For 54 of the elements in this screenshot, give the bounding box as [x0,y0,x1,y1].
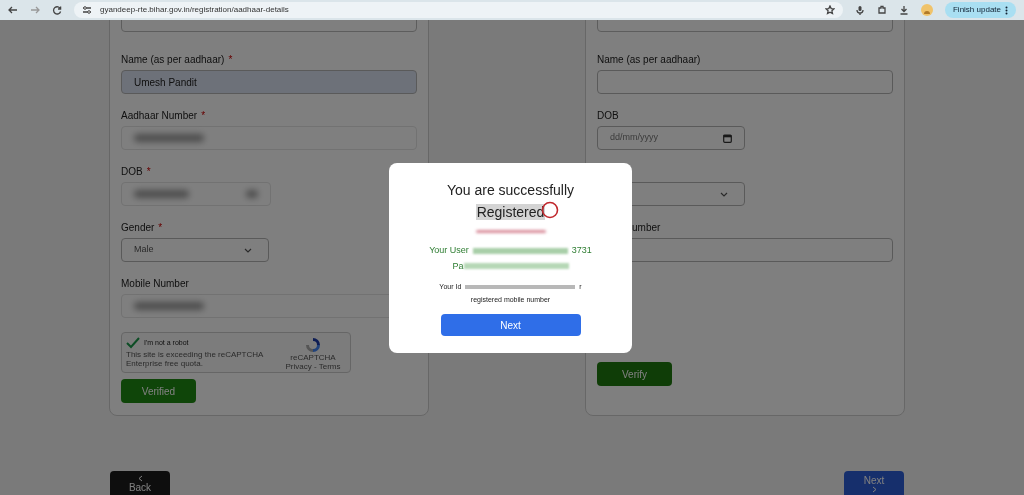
calendar-icon[interactable] [723,133,732,143]
recaptcha-logo-icon[interactable] [305,337,321,353]
input-field[interactable]: Umesh Pandit [121,70,417,94]
redacted-value [475,230,546,233]
required-asterisk: * [228,52,233,67]
field-label: Gender [121,220,155,235]
back-icon[interactable] [8,5,18,15]
field-label: Name (as per aadhaar) [121,52,225,67]
field-label: Mobile Number [121,276,189,291]
finish-update-button[interactable]: Finish update [944,2,1016,18]
back-button[interactable]: Back [110,471,170,495]
more-menu-icon[interactable] [1005,5,1008,15]
chevron-left-icon[interactable] [137,475,143,482]
next-button[interactable]: Next [440,314,581,336]
chevron-down-icon[interactable] [244,247,252,253]
required-asterisk: * [146,164,151,179]
dialog-title: Registered [475,204,546,220]
captcha-links[interactable]: Privacy - Terms [285,362,341,371]
chevron-down-icon[interactable] [720,191,728,197]
verify-button[interactable]: Verify [597,362,672,386]
user-id-label: Your User [429,244,469,257]
field-label: DOB [597,108,619,123]
microphone-icon[interactable] [854,5,865,15]
date-field[interactable] [121,182,271,206]
bookmark-star-icon[interactable] [824,5,835,15]
date-field[interactable]: dd/mm/yyyy [597,126,745,150]
avatar-icon[interactable] [920,4,933,16]
select-field[interactable]: Male [121,238,269,262]
address-bar[interactable]: gyandeep-rte.bihar.gov.in/registration/aadhaar-details [74,2,843,18]
field-label: DOB [121,164,143,179]
captcha-brand: reCAPTCHA [290,353,336,362]
next-button[interactable]: Next [844,471,904,495]
captcha-note: This site is exceeding the reCAPTCHA Enterprise free quota. [126,350,264,368]
reload-icon[interactable] [52,5,62,15]
required-asterisk: * [201,108,206,123]
redacted-value [134,134,204,142]
user-id-suffix: 3731 [571,244,592,257]
field-label: umber [632,220,661,235]
redacted-value [134,190,189,198]
redacted-value [134,302,204,310]
chevron-right-icon[interactable] [871,486,877,493]
download-icon[interactable] [898,5,909,15]
input-field[interactable] [597,70,893,94]
checkmark-icon[interactable] [126,337,140,349]
required-asterisk: * [158,220,163,235]
url-text: gyandeep-rte.bihar.gov.in/registration/aadhaar-details [100,4,289,16]
redacted-value [246,190,258,198]
field-label: Aadhaar Number [121,108,198,123]
extensions-icon[interactable] [876,5,887,15]
password-label: Pa [452,259,464,273]
dialog-title: You are successfully [446,181,575,200]
site-settings-icon[interactable] [82,5,92,15]
verified-button[interactable]: Verified [121,379,196,403]
field-label: Name (as per aadhaar) [597,52,701,67]
